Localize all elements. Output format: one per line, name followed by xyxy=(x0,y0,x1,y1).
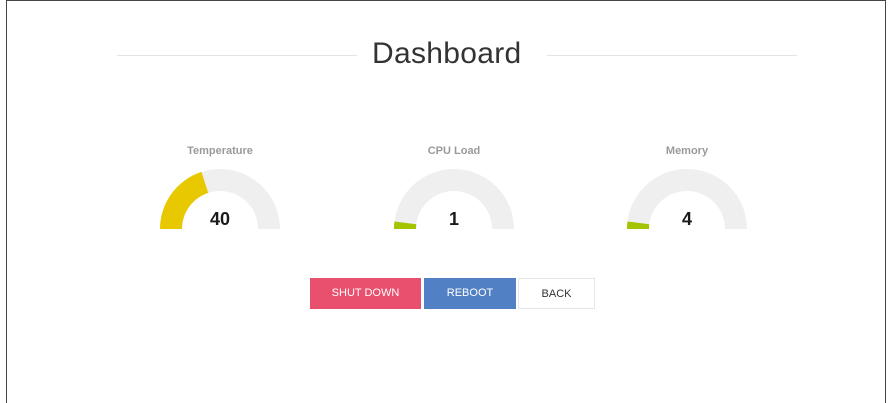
gauge-label: Temperature xyxy=(187,145,253,157)
page-header: Dashboard xyxy=(117,31,797,81)
gauge-value: 1 xyxy=(448,209,459,229)
cpu-load-gauge: CPU Load 1 xyxy=(384,145,524,235)
page-title: Dashboard xyxy=(372,37,522,70)
gauge-label: Memory xyxy=(665,145,709,157)
action-buttons: SHUT DOWN REBOOT BACK xyxy=(310,278,595,309)
reboot-button[interactable]: REBOOT xyxy=(424,278,516,309)
gauge-label: CPU Load xyxy=(427,145,481,157)
temperature-gauge: Temperature 40 xyxy=(150,145,290,235)
header-divider-left xyxy=(117,55,357,56)
header-divider-right xyxy=(547,55,797,56)
gauge-value: 4 xyxy=(681,209,692,229)
back-button[interactable]: BACK xyxy=(518,278,595,309)
memory-gauge: Memory 4 xyxy=(617,145,757,235)
shut-down-button[interactable]: SHUT DOWN xyxy=(310,278,421,309)
gauge-value: 40 xyxy=(209,209,231,229)
